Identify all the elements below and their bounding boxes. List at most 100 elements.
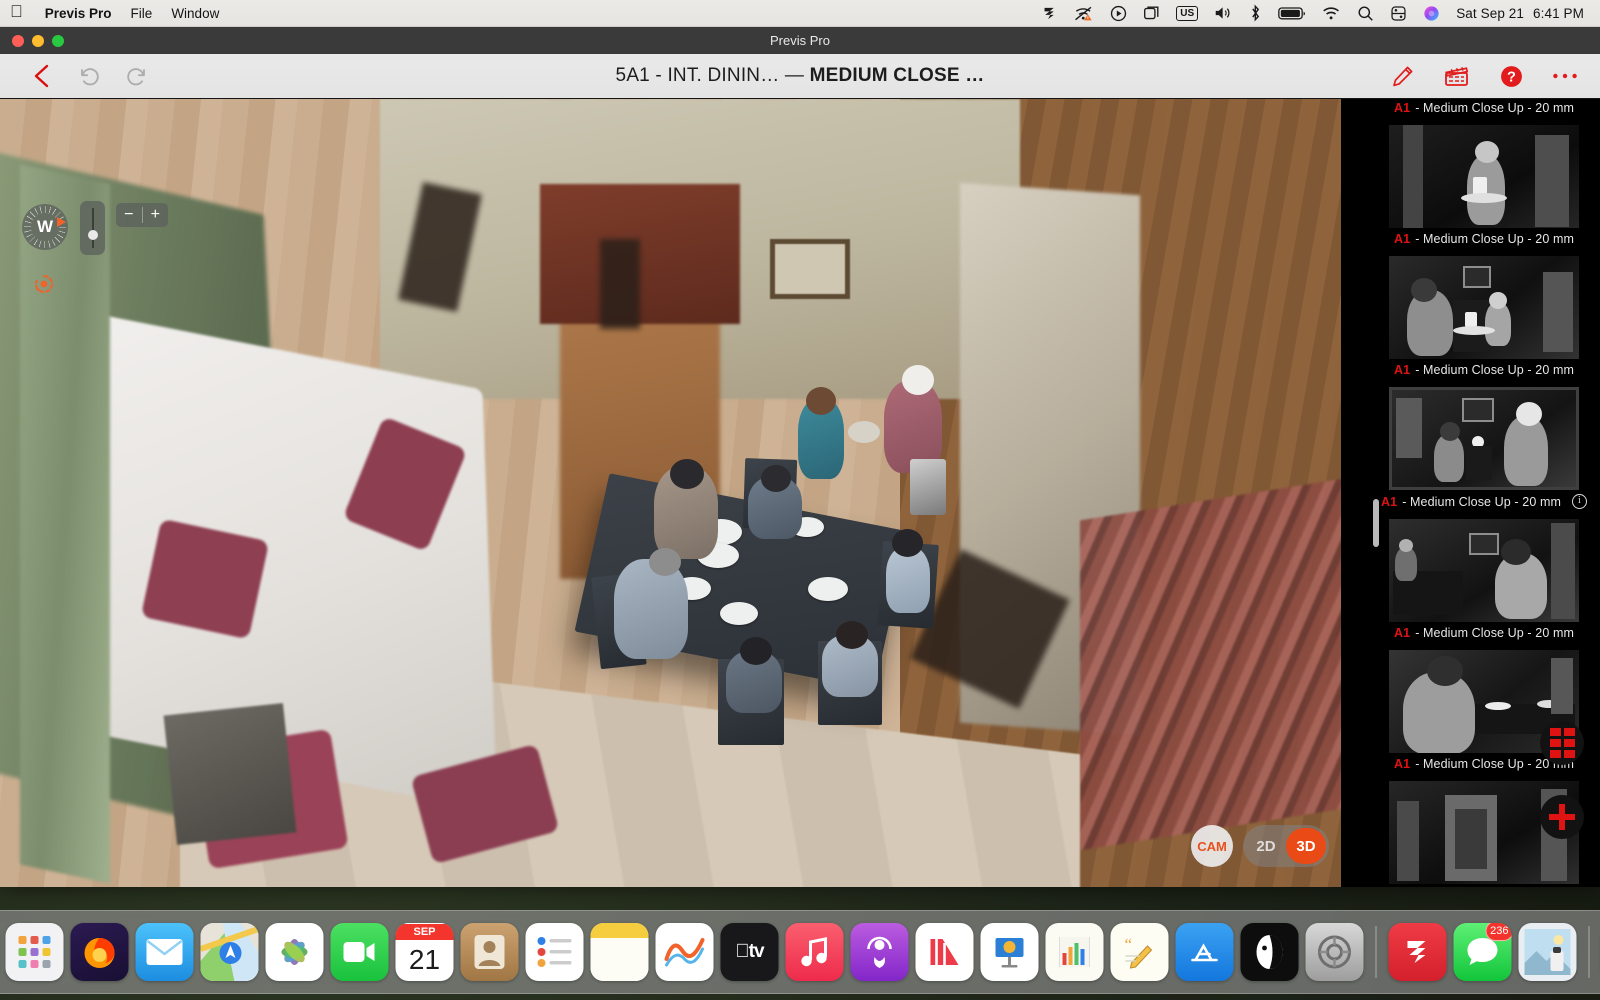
- dock-item-messages[interactable]: 236: [1453, 923, 1512, 981]
- shot-thumbnail[interactable]: [1389, 519, 1579, 622]
- dock-item-notes[interactable]: [590, 923, 649, 981]
- zoom-out-button[interactable]: −: [116, 203, 142, 227]
- shot-list-panel[interactable]: A1 - Medium Close Up - 20 mm A1 - Medium…: [1341, 99, 1600, 887]
- mac-dock: SEP 21 tv: [0, 910, 1600, 994]
- volume-icon[interactable]: [1214, 4, 1233, 22]
- dock-item-photos[interactable]: [265, 923, 324, 981]
- spotlight-search-icon[interactable]: [1357, 4, 1374, 22]
- view-mode-toggle[interactable]: 2D 3D: [1243, 825, 1329, 867]
- siri-icon[interactable]: [1423, 4, 1440, 22]
- bluetooth-icon[interactable]: [1249, 4, 1262, 22]
- tilt-slider[interactable]: [80, 201, 105, 255]
- grid-view-button[interactable]: [1540, 721, 1584, 765]
- shot-id: A1: [1394, 232, 1411, 246]
- expressvpn-icon[interactable]: [1041, 4, 1058, 22]
- dock-item-expressvpn[interactable]: [1388, 923, 1447, 981]
- dock-item-keynote[interactable]: [980, 923, 1039, 981]
- character[interactable]: [614, 559, 688, 659]
- compass-widget[interactable]: W: [22, 204, 68, 250]
- question-circle-icon[interactable]: ?: [1499, 64, 1524, 89]
- undo-button[interactable]: [78, 65, 101, 88]
- dock-item-previs-pro[interactable]: [1240, 923, 1299, 981]
- input-source-indicator[interactable]: US: [1176, 5, 1199, 21]
- view-mode-3d[interactable]: 3D: [1286, 828, 1326, 864]
- shot-list-item-selected[interactable]: A1 - Medium Close Up - 20 mm i: [1368, 387, 1600, 509]
- shot-list-item[interactable]: A1 - Medium Close Up - 20 mm: [1368, 519, 1600, 640]
- character-head: [670, 459, 704, 489]
- menubar-item-file[interactable]: File: [131, 6, 153, 21]
- dock-item-facetime[interactable]: [330, 923, 389, 981]
- shot-thumbnail-art: [1389, 519, 1579, 622]
- dock-item-firefox[interactable]: [70, 923, 129, 981]
- shot-label-partial: A1 - Medium Close Up - 20 mm: [1368, 99, 1600, 115]
- dock-item-news[interactable]: [915, 923, 974, 981]
- shot-thumbnail[interactable]: [1389, 256, 1579, 359]
- shot-id: A1: [1394, 101, 1411, 115]
- shot-thumbnail-art: [1389, 125, 1579, 228]
- menubar-item-window[interactable]: Window: [171, 6, 219, 21]
- menubar-clock[interactable]: Sat Sep 21 6:41 PM: [1456, 6, 1584, 21]
- dock-item-pages[interactable]: “: [1110, 923, 1169, 981]
- shot-id: A1: [1381, 494, 1398, 509]
- tilt-slider-track: [91, 208, 94, 248]
- svg-text:“: “: [1125, 935, 1133, 954]
- compass-needle-icon: [57, 217, 66, 227]
- grid-icon: [1549, 728, 1575, 758]
- dock-item-preview[interactable]: [1518, 923, 1577, 981]
- scan-cabinet: [540, 184, 740, 324]
- dock-item-app-store[interactable]: [1175, 923, 1234, 981]
- ellipsis-icon[interactable]: [1552, 72, 1578, 80]
- shot-list-item[interactable]: A1 - Medium Close Up - 20 mm: [1368, 125, 1600, 246]
- control-center-icon[interactable]: [1390, 4, 1407, 22]
- table-plate: [808, 577, 848, 601]
- calendar-month: SEP: [395, 924, 454, 940]
- character-head: [806, 387, 836, 415]
- mac-menu-bar:  Previs Pro File Window US: [0, 0, 1600, 27]
- screen-recording-icon[interactable]: [1110, 4, 1127, 22]
- dock-item-system-settings[interactable]: [1305, 923, 1364, 981]
- stage-manager-icon[interactable]: [1143, 4, 1160, 22]
- battery-icon[interactable]: [1278, 4, 1306, 22]
- pencil-icon[interactable]: [1391, 64, 1415, 88]
- dock-item-reminders[interactable]: [525, 923, 584, 981]
- dock-item-apple-tv[interactable]: tv: [720, 923, 779, 981]
- previs-pro-window: Previs Pro 5A1 - INT. DININ… — MEDIUM CL…: [0, 27, 1600, 887]
- dock-item-podcasts[interactable]: [850, 923, 909, 981]
- compass-ticks: [22, 204, 68, 250]
- info-icon[interactable]: i: [1571, 494, 1587, 509]
- shot-thumbnail[interactable]: [1389, 125, 1579, 228]
- dock-item-stocks[interactable]: [655, 923, 714, 981]
- wifi-icon[interactable]: [1322, 4, 1341, 22]
- 3d-viewport[interactable]: W − + CAM 2D 3D: [0, 99, 1341, 887]
- app-toolbar: 5A1 - INT. DININ… — MEDIUM CLOSE … ?: [0, 54, 1600, 99]
- cam-label: CAM: [1197, 838, 1227, 854]
- shot-desc: - Medium Close Up - 20 mm: [1415, 626, 1574, 640]
- tilt-slider-knob[interactable]: [87, 230, 98, 240]
- back-button[interactable]: [30, 63, 54, 89]
- add-shot-button[interactable]: [1540, 795, 1584, 839]
- calendar-day: 21: [408, 944, 441, 975]
- clapperboard-icon[interactable]: [1443, 64, 1471, 88]
- zoom-in-button[interactable]: +: [143, 203, 169, 227]
- shot-thumbnail[interactable]: [1389, 387, 1579, 490]
- dock-item-numbers[interactable]: [1045, 923, 1104, 981]
- scan-rug: [1080, 477, 1341, 851]
- shot-id: A1: [1394, 757, 1411, 771]
- zoom-control[interactable]: − +: [116, 203, 168, 227]
- camera-view-button[interactable]: CAM: [1191, 825, 1233, 867]
- dock-item-contacts[interactable]: [460, 923, 519, 981]
- dock-item-maps[interactable]: [200, 923, 259, 981]
- shot-list-item[interactable]: A1 - Medium Close Up - 20 mm: [1368, 256, 1600, 377]
- dock-item-mail[interactable]: [135, 923, 194, 981]
- orbit-reset-icon[interactable]: [33, 273, 55, 295]
- wifi-off-warning-icon[interactable]: [1074, 4, 1094, 22]
- shot-desc: - Medium Close Up - 20 mm: [1415, 363, 1574, 377]
- apple-menu-icon[interactable]: : [10, 3, 23, 21]
- menubar-time: 6:41 PM: [1533, 5, 1584, 21]
- dock-item-calendar[interactable]: SEP 21: [395, 923, 454, 981]
- redo-button[interactable]: [125, 65, 148, 88]
- dock-item-music[interactable]: [785, 923, 844, 981]
- dock-item-launchpad[interactable]: [5, 923, 64, 981]
- menubar-app-name[interactable]: Previs Pro: [45, 6, 112, 21]
- view-mode-2d[interactable]: 2D: [1246, 828, 1286, 864]
